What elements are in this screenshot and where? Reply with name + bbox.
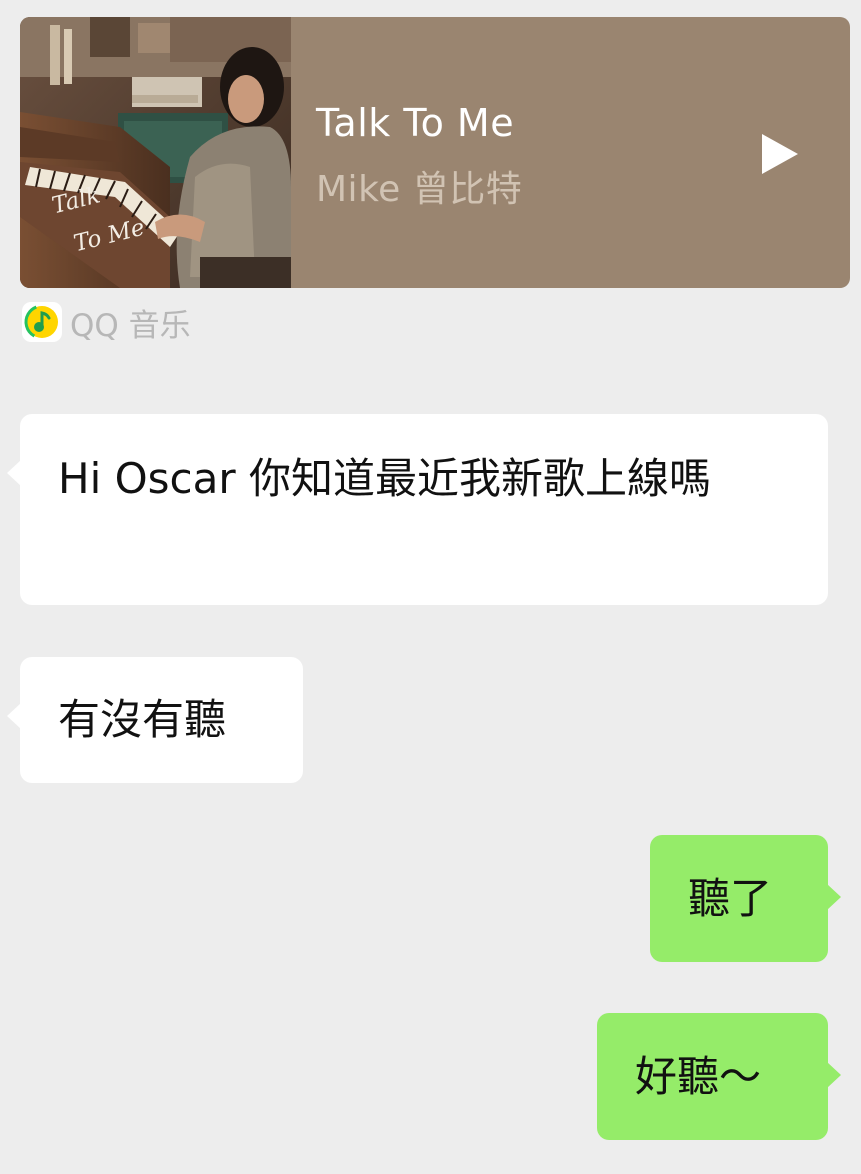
message-text: 聽了 xyxy=(688,874,773,923)
message-text: 好聽～ xyxy=(635,1052,762,1101)
play-icon xyxy=(762,134,798,174)
music-source[interactable]: QQ 音乐 xyxy=(22,302,191,344)
incoming-message-bubble[interactable]: Hi Oscar 你知道最近我新歌上線嗎 xyxy=(7,414,828,605)
cover-title-line2: To Me xyxy=(71,214,148,258)
qq-music-icon xyxy=(22,302,62,342)
outgoing-message-bubble[interactable]: 好聽～ xyxy=(597,1013,841,1140)
outgoing-message-bubble[interactable]: 聽了 xyxy=(650,835,841,962)
music-share-card[interactable]: Talk To Me Talk To Me Mike 曾比特 xyxy=(20,17,850,288)
source-label: QQ 音乐 xyxy=(70,307,191,344)
message-text: Hi Oscar 你知道最近我新歌上線嗎 xyxy=(58,454,711,503)
play-button[interactable] xyxy=(756,130,804,178)
song-title: Talk To Me xyxy=(316,101,515,145)
album-cover-image: Talk To Me xyxy=(20,17,291,288)
incoming-message-bubble[interactable]: 有沒有聽 xyxy=(7,657,303,783)
message-text: 有沒有聽 xyxy=(58,695,227,744)
song-artist: Mike 曾比特 xyxy=(316,169,523,210)
